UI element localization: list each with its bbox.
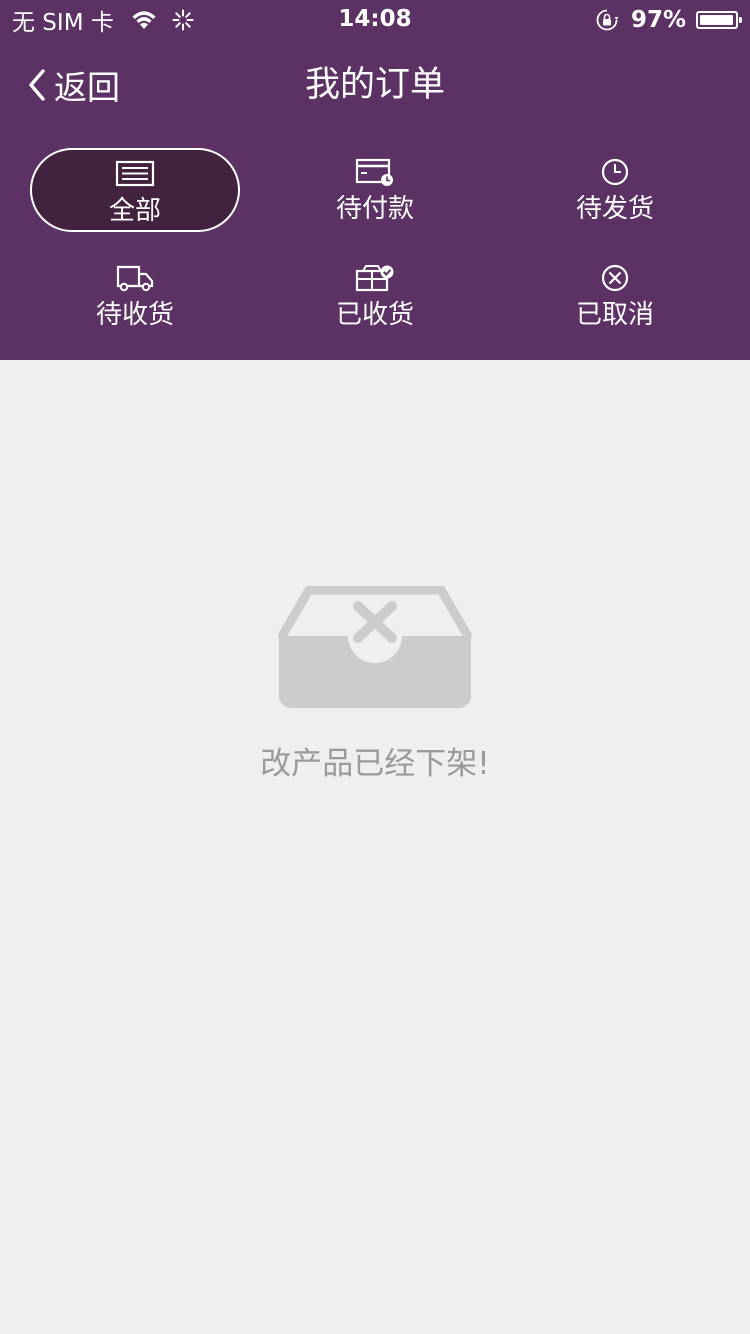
tab-cancelled[interactable]: 已取消 [510,254,720,338]
tab-label: 待付款 [335,194,414,224]
tab-label: 已取消 [575,300,654,330]
tab-all[interactable]: 全部 [30,148,240,232]
clock-icon [601,158,629,186]
empty-tray-icon [278,586,472,708]
status-bar: 无 SIM 卡 14:08 97% [0,0,750,40]
battery-fill [700,15,733,25]
empty-message: 改产品已经下架! [260,746,490,782]
truck-icon [116,265,154,292]
battery-percent: 97% [630,7,686,33]
back-label: 返回 [54,68,120,107]
circle-x-icon [601,264,629,292]
battery-tip [739,17,742,23]
back-button[interactable]: 返回 [26,62,120,108]
tab-received[interactable]: 已收货 [270,254,480,338]
tab-label: 待收货 [95,300,174,330]
box-check-icon [355,265,394,292]
tab-label: 全部 [108,196,161,226]
tab-label: 已收货 [335,300,414,330]
battery-icon [696,11,742,29]
list-icon [115,160,155,187]
tab-label: 待发货 [575,194,654,224]
tab-pending-payment[interactable]: 待付款 [270,148,480,232]
tab-pending-shipment[interactable]: 待发货 [510,148,720,232]
empty-state: 改产品已经下架! [0,360,750,1334]
card-clock-icon [355,158,393,186]
header: 无 SIM 卡 14:08 97% 返回 我的订单 全部 待付款 待发货 待收货… [0,0,750,360]
rotation-lock-icon [596,9,619,31]
chevron-left-icon [29,69,45,101]
status-right: 97% [595,6,742,34]
tab-pending-receipt[interactable]: 待收货 [30,254,240,338]
